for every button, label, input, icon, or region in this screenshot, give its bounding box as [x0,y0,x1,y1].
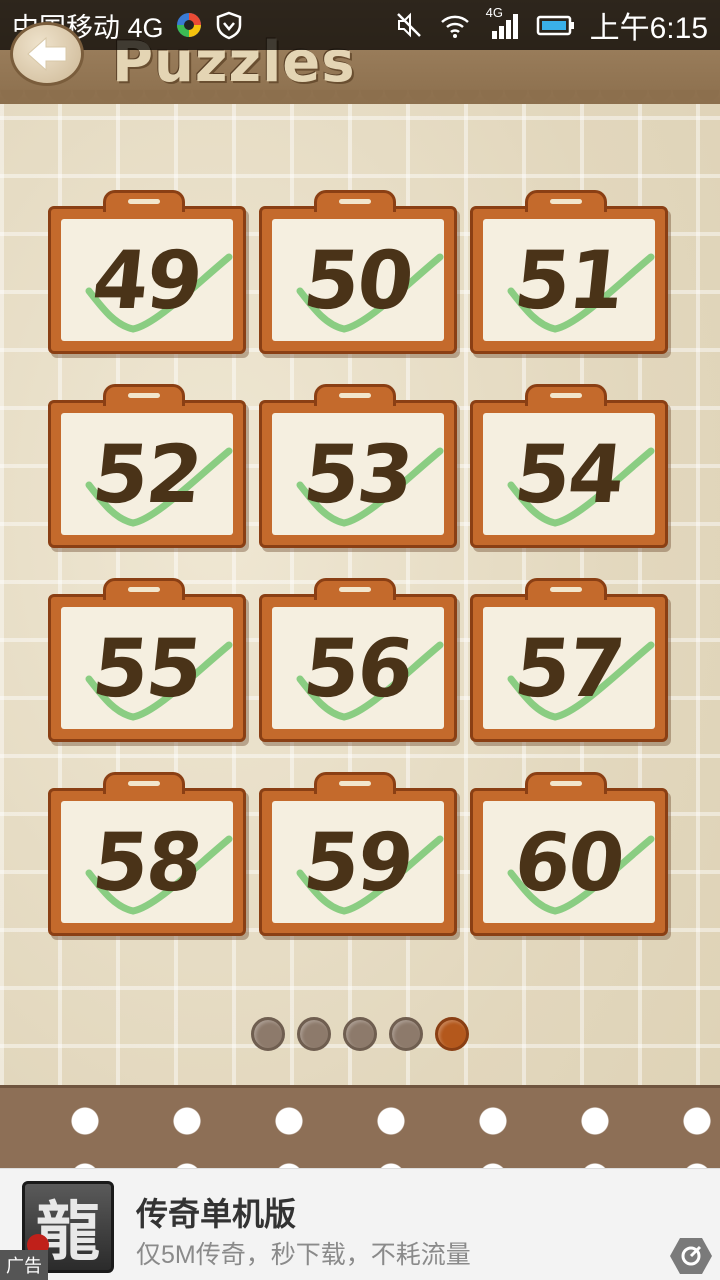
card-frame: 50 [259,206,457,354]
card-tab [525,772,607,794]
card-inner: 59 [272,801,444,923]
puzzle-card-56[interactable]: 56 [259,578,457,742]
card-inner: 51 [483,219,655,341]
card-tab [525,384,607,406]
ad-tag: 广告 [0,1250,48,1280]
back-arrow-icon [27,36,67,72]
card-frame: 58 [48,788,246,936]
mute-icon [396,12,421,38]
card-frame: 56 [259,594,457,742]
clock: 上午6:15 [589,12,708,45]
level-number: 52 [88,427,206,521]
card-tab [103,578,185,600]
colorful-app-icon [176,13,201,37]
card-inner: 55 [61,607,233,729]
puzzle-card-49[interactable]: 49 [48,190,246,354]
ad-banner[interactable]: 龍 广告 传奇单机版 仅5M传奇，秒下载，不耗流量 [0,1168,720,1280]
card-frame: 49 [48,206,246,354]
level-number: 53 [299,427,417,521]
page-dot-5[interactable] [435,1017,469,1051]
signal-icon: 4G [486,5,522,41]
page-indicator [0,1017,720,1051]
puzzle-card-60[interactable]: 60 [470,772,668,936]
status-bar: 中国移动 4G 4G 上午6:15 [0,0,720,50]
level-number: 59 [299,815,417,909]
card-frame: 52 [48,400,246,548]
level-number: 50 [299,233,417,327]
card-tab [314,772,396,794]
puzzle-card-55[interactable]: 55 [48,578,246,742]
card-tab [103,384,185,406]
card-inner: 53 [272,413,444,535]
puzzle-card-52[interactable]: 52 [48,384,246,548]
card-tab [525,578,607,600]
header-scallop-edge [0,90,720,112]
card-tab [314,190,396,212]
puzzle-card-58[interactable]: 58 [48,772,246,936]
level-number: 56 [299,621,417,715]
page-dot-1[interactable] [251,1017,285,1051]
back-button[interactable] [10,22,84,86]
card-inner: 57 [483,607,655,729]
card-tab [314,384,396,406]
card-tab [314,578,396,600]
puzzle-card-53[interactable]: 53 [259,384,457,548]
card-tab [103,772,185,794]
card-frame: 60 [470,788,668,936]
card-inner: 60 [483,801,655,923]
card-tab [103,190,185,212]
card-frame: 57 [470,594,668,742]
card-inner: 54 [483,413,655,535]
card-frame: 53 [259,400,457,548]
card-frame: 59 [259,788,457,936]
card-inner: 58 [61,801,233,923]
page-dot-4[interactable] [389,1017,423,1051]
ad-subtitle: 仅5M传奇，秒下载，不耗流量 [136,1241,471,1269]
level-number: 51 [510,233,628,327]
puzzle-card-50[interactable]: 50 [259,190,457,354]
puzzle-grid: 49 50 51 52 53 54 55 56 57 58 59 60 [48,190,672,936]
level-number: 60 [510,815,628,909]
level-number: 49 [88,233,206,327]
puzzle-card-54[interactable]: 54 [470,384,668,548]
battery-icon [536,15,574,36]
wifi-icon [440,15,469,38]
puzzle-card-59[interactable]: 59 [259,772,457,936]
level-number: 55 [88,621,206,715]
card-inner: 50 [272,219,444,341]
shield-heart-icon [216,11,241,40]
card-frame: 54 [470,400,668,548]
card-tab [525,190,607,212]
level-number: 54 [510,427,628,521]
open-external-icon[interactable] [668,1236,714,1276]
card-inner: 49 [61,219,233,341]
ad-title[interactable]: 传奇单机版 [136,1189,296,1235]
puzzle-card-51[interactable]: 51 [470,190,668,354]
puzzle-card-57[interactable]: 57 [470,578,668,742]
card-frame: 51 [470,206,668,354]
card-inner: 52 [61,413,233,535]
page-dot-3[interactable] [343,1017,377,1051]
page-dot-2[interactable] [297,1017,331,1051]
level-number: 58 [88,815,206,909]
card-frame: 55 [48,594,246,742]
decorative-polka-band [0,1085,720,1168]
level-number: 57 [510,621,628,715]
card-inner: 56 [272,607,444,729]
